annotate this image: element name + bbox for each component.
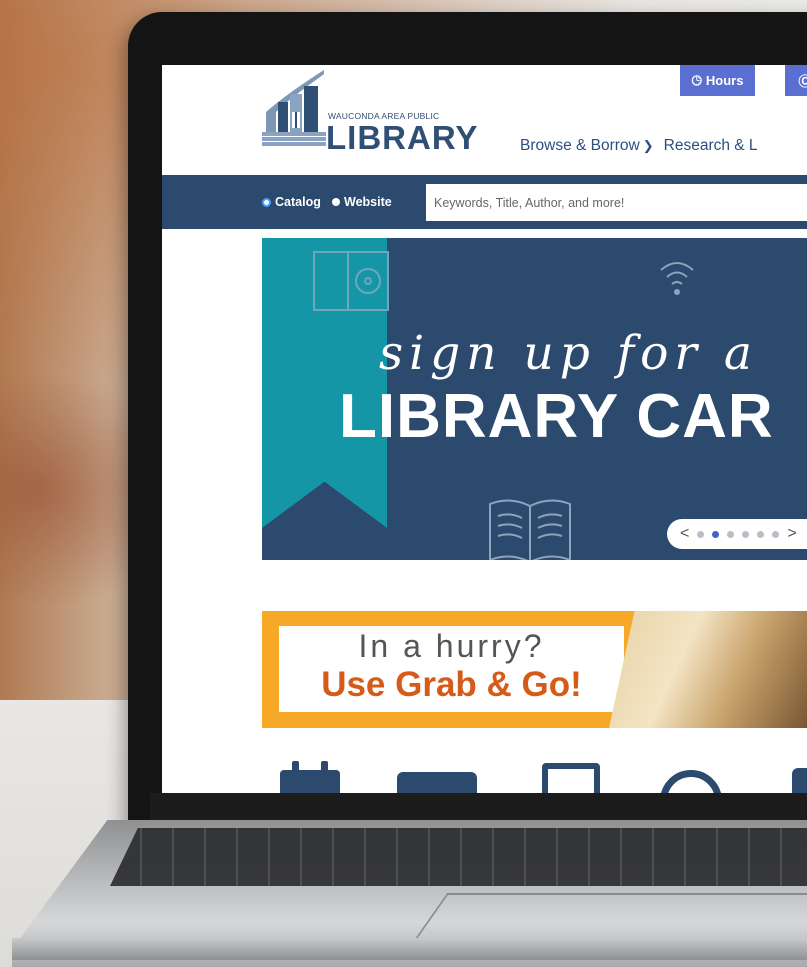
hero-banner[interactable]: sign up for a LIBRARY CAR < >: [262, 238, 807, 560]
promo-text-box: In a hurry? Use Grab & Go!: [279, 626, 624, 712]
chevron-down-icon: ❯: [642, 138, 654, 153]
document-icon[interactable]: [542, 763, 600, 793]
carousel-dot[interactable]: [757, 530, 765, 538]
quick-links-row: [280, 760, 807, 793]
nav-item-research[interactable]: Research & L: [664, 137, 758, 155]
clock-icon: 🕒︎: [691, 72, 702, 88]
promo-subtitle: In a hurry?: [358, 628, 545, 664]
laptop-front-edge: [12, 938, 807, 960]
nav-item-label: Research & L: [663, 137, 758, 154]
nav-item-browse-borrow[interactable]: Browse & Borrow ❯: [520, 137, 654, 155]
hours-button[interactable]: 🕒︎ Hours: [680, 65, 755, 96]
hero-headline-script: sign up for a: [379, 326, 758, 381]
library-logo[interactable]: WAUCONDA AREA PUBLIC LIBRARY: [262, 70, 497, 156]
nav-item-label: Browse & Borrow: [520, 137, 640, 154]
laptop-keyboard: [110, 828, 807, 886]
carousel-dot-active[interactable]: [712, 530, 720, 538]
radio-unselected-icon: [332, 198, 340, 206]
hours-button-label: Hours: [705, 73, 744, 88]
hero-headline: LIBRARY CAR: [339, 382, 774, 451]
main-nav: Browse & Borrow ❯ Research & L: [520, 137, 758, 155]
carousel-dot[interactable]: [742, 530, 750, 538]
carousel-next-button[interactable]: >: [787, 525, 796, 543]
carousel-pager: < >: [667, 519, 807, 549]
radio-selected-icon: [262, 197, 271, 207]
calendar-icon[interactable]: [280, 761, 340, 793]
laptop-screen: 🕒︎ Hours Ⓒ WAUCONDA AREA PUBLIC LIBRARY: [162, 65, 807, 793]
utility-button[interactable]: Ⓒ: [785, 65, 807, 96]
radio-catalog[interactable]: Catalog: [262, 195, 321, 209]
utility-button-label: Ⓒ: [798, 74, 807, 89]
grab-and-go-banner[interactable]: In a hurry? Use Grab & Go!: [262, 611, 807, 728]
quick-link-icon[interactable]: [792, 768, 807, 793]
laptop-trackpad: [415, 893, 807, 939]
carousel-dot[interactable]: [727, 530, 735, 538]
book-photo: [609, 611, 807, 728]
carousel-dot[interactable]: [772, 530, 780, 538]
carousel-prev-button[interactable]: <: [680, 525, 689, 543]
laptop-hinge: [150, 793, 807, 823]
carousel-dot[interactable]: [697, 530, 705, 538]
search-bar: Catalog Website: [162, 175, 807, 229]
radio-website[interactable]: Website: [332, 195, 392, 209]
card-icon[interactable]: [397, 772, 477, 793]
laptop-photo: 🕒︎ Hours Ⓒ WAUCONDA AREA PUBLIC LIBRARY: [0, 0, 807, 967]
library-building-icon: [262, 70, 326, 146]
radio-catalog-label: Catalog: [275, 195, 321, 209]
logo-title: LIBRARY: [326, 119, 479, 156]
radio-website-label: Website: [344, 195, 392, 209]
dvd-case-icon: [313, 251, 389, 311]
search-input[interactable]: [426, 184, 807, 221]
wifi-icon: [660, 262, 694, 295]
search-circle-icon[interactable]: [660, 770, 722, 793]
promo-title: Use Grab & Go!: [321, 665, 582, 704]
open-book-icon: [489, 499, 571, 560]
